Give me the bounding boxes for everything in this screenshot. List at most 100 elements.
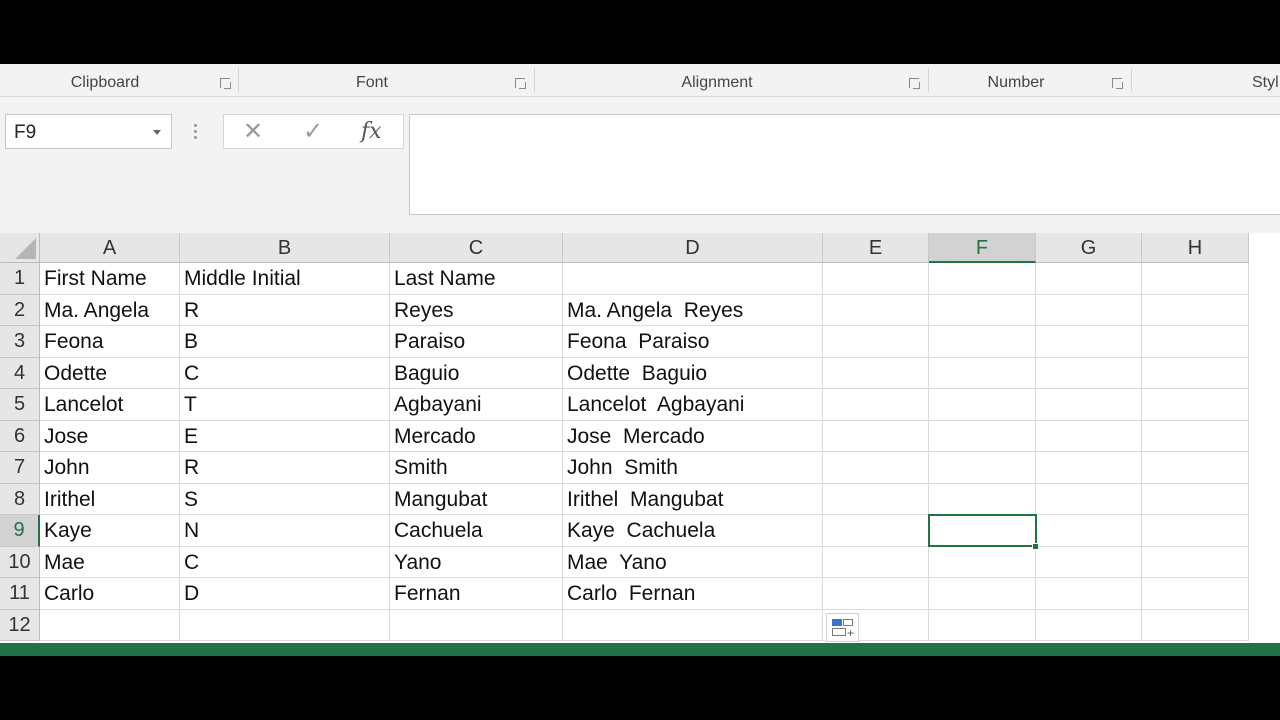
cell-d5[interactable]: Lancelot Agbayani — [563, 389, 823, 421]
row-header-10[interactable]: 10 — [0, 546, 40, 578]
flash-fill-options-button[interactable]: + — [826, 613, 859, 642]
cell-c7[interactable]: Smith — [390, 452, 563, 484]
cell-e5[interactable] — [823, 389, 929, 421]
cell-c8[interactable]: Mangubat — [390, 483, 563, 515]
cell-c2[interactable]: Reyes — [390, 294, 563, 326]
column-header-h[interactable]: H — [1142, 233, 1249, 263]
clipboard-dialog-launcher-icon[interactable] — [220, 78, 231, 89]
select-all-button[interactable] — [0, 233, 40, 263]
row-header-12[interactable]: 12 — [0, 609, 40, 641]
row-header-1[interactable]: 1 — [0, 263, 40, 295]
cell-g6[interactable] — [1036, 420, 1142, 452]
cell-e11[interactable] — [823, 578, 929, 610]
cell-a8[interactable]: Irithel — [40, 483, 180, 515]
cell-f8[interactable] — [929, 483, 1036, 515]
cell-f5[interactable] — [929, 389, 1036, 421]
cell-c6[interactable]: Mercado — [390, 420, 563, 452]
cell-h7[interactable] — [1142, 452, 1249, 484]
cell-b5[interactable]: T — [180, 389, 390, 421]
column-header-f[interactable]: F — [929, 233, 1036, 263]
cell-g5[interactable] — [1036, 389, 1142, 421]
cell-d3[interactable]: Feona Paraiso — [563, 326, 823, 358]
cell-g8[interactable] — [1036, 483, 1142, 515]
cell-g7[interactable] — [1036, 452, 1142, 484]
cell-e1[interactable] — [823, 263, 929, 295]
cell-e8[interactable] — [823, 483, 929, 515]
cell-b6[interactable]: E — [180, 420, 390, 452]
formula-bar-input[interactable] — [409, 114, 1280, 215]
cell-g10[interactable] — [1036, 546, 1142, 578]
cell-d7[interactable]: John Smith — [563, 452, 823, 484]
cell-c9[interactable]: Cachuela — [390, 515, 563, 547]
cell-a3[interactable]: Feona — [40, 326, 180, 358]
column-header-e[interactable]: E — [823, 233, 929, 263]
name-box[interactable]: F9 — [5, 114, 172, 149]
cell-a12[interactable] — [40, 609, 180, 641]
cell-d6[interactable]: Jose Mercado — [563, 420, 823, 452]
cell-a6[interactable]: Jose — [40, 420, 180, 452]
cell-h10[interactable] — [1142, 546, 1249, 578]
cell-e6[interactable] — [823, 420, 929, 452]
cell-e4[interactable] — [823, 357, 929, 389]
cell-g9[interactable] — [1036, 515, 1142, 547]
cell-e7[interactable] — [823, 452, 929, 484]
cell-h5[interactable] — [1142, 389, 1249, 421]
row-header-8[interactable]: 8 — [0, 483, 40, 515]
column-header-c[interactable]: C — [390, 233, 563, 263]
cell-d10[interactable]: Mae Yano — [563, 546, 823, 578]
cell-f12[interactable] — [929, 609, 1036, 641]
cell-h9[interactable] — [1142, 515, 1249, 547]
cell-h8[interactable] — [1142, 483, 1249, 515]
cell-a10[interactable]: Mae — [40, 546, 180, 578]
cell-h3[interactable] — [1142, 326, 1249, 358]
cell-h2[interactable] — [1142, 294, 1249, 326]
cell-c4[interactable]: Baguio — [390, 357, 563, 389]
cell-c3[interactable]: Paraiso — [390, 326, 563, 358]
cell-e2[interactable] — [823, 294, 929, 326]
cell-d11[interactable]: Carlo Fernan — [563, 578, 823, 610]
row-header-5[interactable]: 5 — [0, 389, 40, 421]
cell-h4[interactable] — [1142, 357, 1249, 389]
cell-a1[interactable]: First Name — [40, 263, 180, 295]
cell-a9[interactable]: Kaye — [40, 515, 180, 547]
cell-b1[interactable]: Middle Initial — [180, 263, 390, 295]
cell-h12[interactable] — [1142, 609, 1249, 641]
column-header-a[interactable]: A — [40, 233, 180, 263]
cell-f4[interactable] — [929, 357, 1036, 389]
font-dialog-launcher-icon[interactable] — [515, 78, 526, 89]
row-header-9[interactable]: 9 — [0, 515, 40, 547]
cell-f11[interactable] — [929, 578, 1036, 610]
cell-f6[interactable] — [929, 420, 1036, 452]
alignment-dialog-launcher-icon[interactable] — [909, 78, 920, 89]
cell-a7[interactable]: John — [40, 452, 180, 484]
cell-b4[interactable]: C — [180, 357, 390, 389]
cell-b7[interactable]: R — [180, 452, 390, 484]
cell-a5[interactable]: Lancelot — [40, 389, 180, 421]
cell-g2[interactable] — [1036, 294, 1142, 326]
cell-a11[interactable]: Carlo — [40, 578, 180, 610]
cell-d9[interactable]: Kaye Cachuela — [563, 515, 823, 547]
cell-f7[interactable] — [929, 452, 1036, 484]
row-header-6[interactable]: 6 — [0, 420, 40, 452]
cell-f9[interactable] — [929, 515, 1036, 547]
column-header-d[interactable]: D — [563, 233, 823, 263]
cell-e10[interactable] — [823, 546, 929, 578]
cell-b9[interactable]: N — [180, 515, 390, 547]
column-header-b[interactable]: B — [180, 233, 390, 263]
row-header-4[interactable]: 4 — [0, 357, 40, 389]
cell-d4[interactable]: Odette Baguio — [563, 357, 823, 389]
cell-b3[interactable]: B — [180, 326, 390, 358]
cell-f1[interactable] — [929, 263, 1036, 295]
row-header-3[interactable]: 3 — [0, 326, 40, 358]
chevron-down-icon[interactable] — [153, 130, 161, 135]
cell-g12[interactable] — [1036, 609, 1142, 641]
cell-c1[interactable]: Last Name — [390, 263, 563, 295]
cell-g4[interactable] — [1036, 357, 1142, 389]
insert-function-icon[interactable]: fx — [361, 119, 382, 145]
cell-b12[interactable] — [180, 609, 390, 641]
enter-icon[interactable]: ✓ — [303, 119, 323, 145]
cell-c11[interactable]: Fernan — [390, 578, 563, 610]
cell-b2[interactable]: R — [180, 294, 390, 326]
cell-c12[interactable] — [390, 609, 563, 641]
cell-a4[interactable]: Odette — [40, 357, 180, 389]
